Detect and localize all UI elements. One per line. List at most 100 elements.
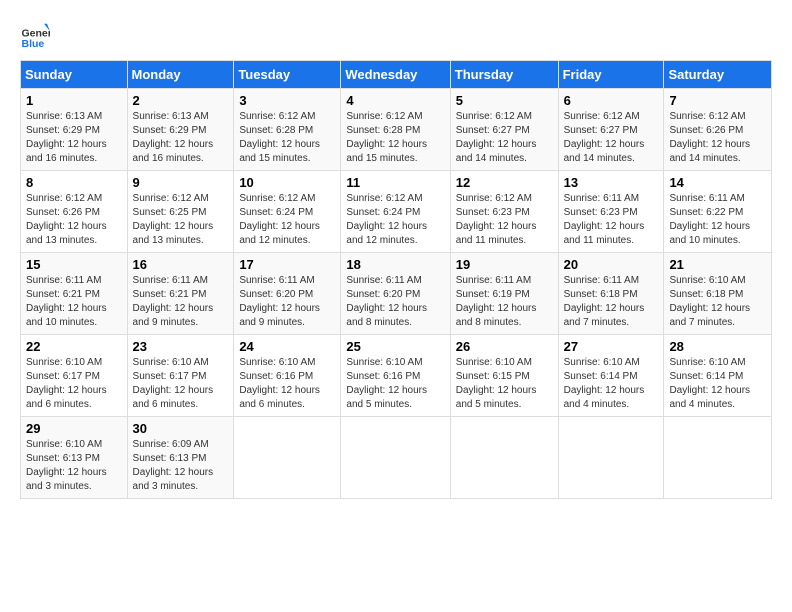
day-info: Sunrise: 6:12 AMSunset: 6:27 PMDaylight:…: [456, 110, 553, 166]
calendar-cell: 29Sunrise: 6:10 AMSunset: 6:13 PMDayligh…: [21, 417, 128, 499]
page-header: General Blue: [20, 20, 772, 50]
day-number: 22: [26, 339, 122, 354]
day-info: Sunrise: 6:10 AMSunset: 6:16 PMDaylight:…: [346, 356, 444, 412]
day-number: 13: [564, 175, 659, 190]
day-number: 25: [346, 339, 444, 354]
calendar-cell: 16 Sunrise: 6:11 AMSunset: 6:21 PMDayligh…: [127, 253, 234, 335]
day-info: Sunrise: 6:10 AMSunset: 6:16 PMDaylight:…: [239, 356, 335, 412]
calendar-cell: 25 Sunrise: 6:10 AMSunset: 6:16 PMDayligh…: [341, 335, 450, 417]
day-number: 15: [26, 257, 122, 272]
day-info: Sunrise: 6:10 AMSunset: 6:17 PMDaylight:…: [26, 356, 122, 412]
day-number: 8: [26, 175, 122, 190]
day-info: Sunrise: 6:09 AMSunset: 6:13 PMDaylight:…: [133, 438, 229, 494]
day-number: 1: [26, 93, 122, 108]
weekday-header: Monday: [127, 61, 234, 89]
day-info: Sunrise: 6:12 AMSunset: 6:28 PMDaylight:…: [346, 110, 444, 166]
day-number: 10: [239, 175, 335, 190]
day-info: Sunrise: 6:10 AMSunset: 6:14 PMDaylight:…: [669, 356, 766, 412]
day-info: Sunrise: 6:10 AMSunset: 6:15 PMDaylight:…: [456, 356, 553, 412]
day-number: 20: [564, 257, 659, 272]
day-info: Sunrise: 6:11 AMSunset: 6:18 PMDaylight:…: [564, 274, 659, 330]
calendar-cell: 12 Sunrise: 6:12 AMSunset: 6:23 PMDayligh…: [450, 171, 558, 253]
calendar-cell: [558, 417, 664, 499]
day-info: Sunrise: 6:12 AMSunset: 6:27 PMDaylight:…: [564, 110, 659, 166]
calendar-cell: 9 Sunrise: 6:12 AMSunset: 6:25 PMDaylight…: [127, 171, 234, 253]
calendar-cell: 2 Sunrise: 6:13 AMSunset: 6:29 PMDaylight…: [127, 89, 234, 171]
calendar-cell: 15 Sunrise: 6:11 AMSunset: 6:21 PMDayligh…: [21, 253, 128, 335]
day-info: Sunrise: 6:13 AMSunset: 6:29 PMDaylight:…: [26, 110, 122, 166]
day-number: 14: [669, 175, 766, 190]
weekday-header: Sunday: [21, 61, 128, 89]
day-number: 16: [133, 257, 229, 272]
day-number: 7: [669, 93, 766, 108]
calendar-cell: 10 Sunrise: 6:12 AMSunset: 6:24 PMDayligh…: [234, 171, 341, 253]
calendar-cell: 22 Sunrise: 6:10 AMSunset: 6:17 PMDayligh…: [21, 335, 128, 417]
day-info: Sunrise: 6:12 AMSunset: 6:25 PMDaylight:…: [133, 192, 229, 248]
weekday-header: Saturday: [664, 61, 772, 89]
day-number: 27: [564, 339, 659, 354]
calendar-cell: 1 Sunrise: 6:13 AMSunset: 6:29 PMDaylight…: [21, 89, 128, 171]
calendar-cell: 23 Sunrise: 6:10 AMSunset: 6:17 PMDayligh…: [127, 335, 234, 417]
day-info: Sunrise: 6:11 AMSunset: 6:23 PMDaylight:…: [564, 192, 659, 248]
calendar-cell: 26Sunrise: 6:10 AMSunset: 6:15 PMDayligh…: [450, 335, 558, 417]
calendar-cell: 11Sunrise: 6:12 AMSunset: 6:24 PMDayligh…: [341, 171, 450, 253]
weekday-header: Wednesday: [341, 61, 450, 89]
day-number: 2: [133, 93, 229, 108]
day-number: 4: [346, 93, 444, 108]
calendar-cell: 14 Sunrise: 6:11 AMSunset: 6:22 PMDayligh…: [664, 171, 772, 253]
day-number: 19: [456, 257, 553, 272]
calendar-cell: [664, 417, 772, 499]
calendar-cell: 24 Sunrise: 6:10 AMSunset: 6:16 PMDayligh…: [234, 335, 341, 417]
calendar-cell: [341, 417, 450, 499]
calendar-cell: 19 Sunrise: 6:11 AMSunset: 6:19 PMDayligh…: [450, 253, 558, 335]
svg-text:Blue: Blue: [22, 38, 45, 50]
day-number: 18: [346, 257, 444, 272]
day-number: 17: [239, 257, 335, 272]
calendar-cell: 28 Sunrise: 6:10 AMSunset: 6:14 PMDayligh…: [664, 335, 772, 417]
calendar-cell: 3Sunrise: 6:12 AMSunset: 6:28 PMDaylight…: [234, 89, 341, 171]
calendar-table: SundayMondayTuesdayWednesdayThursdayFrid…: [20, 60, 772, 499]
calendar-cell: 7 Sunrise: 6:12 AMSunset: 6:26 PMDaylight…: [664, 89, 772, 171]
day-info: Sunrise: 6:12 AMSunset: 6:23 PMDaylight:…: [456, 192, 553, 248]
day-number: 28: [669, 339, 766, 354]
calendar-cell: 30 Sunrise: 6:09 AMSunset: 6:13 PMDayligh…: [127, 417, 234, 499]
day-number: 21: [669, 257, 766, 272]
day-info: Sunrise: 6:10 AMSunset: 6:18 PMDaylight:…: [669, 274, 766, 330]
calendar-cell: 20 Sunrise: 6:11 AMSunset: 6:18 PMDayligh…: [558, 253, 664, 335]
day-number: 30: [133, 421, 229, 436]
logo: General Blue: [20, 20, 50, 50]
day-info: Sunrise: 6:12 AMSunset: 6:26 PMDaylight:…: [669, 110, 766, 166]
calendar-cell: [234, 417, 341, 499]
calendar-cell: 4 Sunrise: 6:12 AMSunset: 6:28 PMDaylight…: [341, 89, 450, 171]
day-number: 12: [456, 175, 553, 190]
day-info: Sunrise: 6:10 AMSunset: 6:13 PMDaylight:…: [26, 438, 122, 494]
weekday-header: Tuesday: [234, 61, 341, 89]
day-info: Sunrise: 6:11 AMSunset: 6:21 PMDaylight:…: [133, 274, 229, 330]
day-info: Sunrise: 6:10 AMSunset: 6:17 PMDaylight:…: [133, 356, 229, 412]
day-info: Sunrise: 6:11 AMSunset: 6:20 PMDaylight:…: [346, 274, 444, 330]
day-info: Sunrise: 6:11 AMSunset: 6:22 PMDaylight:…: [669, 192, 766, 248]
calendar-cell: 21 Sunrise: 6:10 AMSunset: 6:18 PMDayligh…: [664, 253, 772, 335]
logo-icon: General Blue: [20, 20, 50, 50]
day-number: 9: [133, 175, 229, 190]
calendar-cell: 5 Sunrise: 6:12 AMSunset: 6:27 PMDaylight…: [450, 89, 558, 171]
calendar-cell: 27Sunrise: 6:10 AMSunset: 6:14 PMDayligh…: [558, 335, 664, 417]
day-info: Sunrise: 6:11 AMSunset: 6:21 PMDaylight:…: [26, 274, 122, 330]
calendar-cell: 18 Sunrise: 6:11 AMSunset: 6:20 PMDayligh…: [341, 253, 450, 335]
day-info: Sunrise: 6:13 AMSunset: 6:29 PMDaylight:…: [133, 110, 229, 166]
day-info: Sunrise: 6:12 AMSunset: 6:24 PMDaylight:…: [346, 192, 444, 248]
calendar-cell: 13 Sunrise: 6:11 AMSunset: 6:23 PMDayligh…: [558, 171, 664, 253]
day-info: Sunrise: 6:11 AMSunset: 6:19 PMDaylight:…: [456, 274, 553, 330]
day-info: Sunrise: 6:12 AMSunset: 6:28 PMDaylight:…: [239, 110, 335, 166]
day-number: 24: [239, 339, 335, 354]
calendar-cell: [450, 417, 558, 499]
calendar-cell: 8 Sunrise: 6:12 AMSunset: 6:26 PMDaylight…: [21, 171, 128, 253]
weekday-header: Friday: [558, 61, 664, 89]
day-number: 6: [564, 93, 659, 108]
weekday-header: Thursday: [450, 61, 558, 89]
day-info: Sunrise: 6:12 AMSunset: 6:24 PMDaylight:…: [239, 192, 335, 248]
day-info: Sunrise: 6:12 AMSunset: 6:26 PMDaylight:…: [26, 192, 122, 248]
day-number: 5: [456, 93, 553, 108]
day-info: Sunrise: 6:11 AMSunset: 6:20 PMDaylight:…: [239, 274, 335, 330]
day-number: 23: [133, 339, 229, 354]
